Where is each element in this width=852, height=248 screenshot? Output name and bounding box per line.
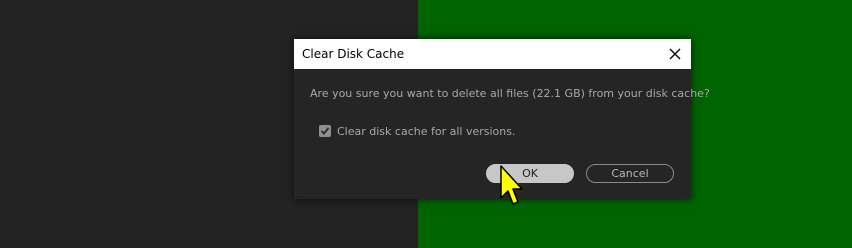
dialog-message: Are you sure you want to delete all file… <box>310 87 710 100</box>
cancel-button[interactable]: Cancel <box>586 164 674 183</box>
dialog-title: Clear Disk Cache <box>302 47 405 61</box>
close-button[interactable] <box>665 44 685 64</box>
ok-button[interactable]: OK <box>486 164 574 183</box>
checkbox-label[interactable]: Clear disk cache for all versions. <box>337 125 515 138</box>
close-icon <box>669 48 681 60</box>
clear-all-versions-checkbox[interactable] <box>319 125 331 137</box>
screen: Clear Disk Cache Are you sure you want t… <box>0 0 852 248</box>
checkmark-icon <box>320 127 330 135</box>
clear-disk-cache-dialog: Clear Disk Cache Are you sure you want t… <box>294 39 710 199</box>
clear-all-versions-option: Clear disk cache for all versions. <box>319 124 515 138</box>
dialog-titlebar: Clear Disk Cache <box>294 39 691 69</box>
